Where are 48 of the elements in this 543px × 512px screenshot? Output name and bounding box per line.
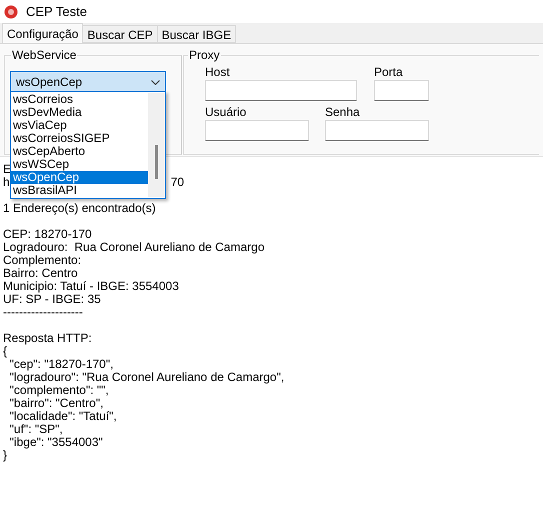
field-label: Host <box>205 65 231 79</box>
app-icon <box>4 4 18 18</box>
memo-line: -------------------- <box>3 305 83 319</box>
dropdown-option[interactable]: wsOpenCep <box>11 171 148 184</box>
window-title: CEP Teste <box>26 2 87 21</box>
dropdown-option[interactable]: wsBrasilAPI <box>11 184 148 197</box>
dropdown-option[interactable]: wsWSCep <box>11 158 148 171</box>
scrollbar-thumb[interactable] <box>155 145 158 179</box>
password-field[interactable] <box>325 120 429 141</box>
memo-line: 70 <box>170 176 184 189</box>
dropdown-option[interactable]: wsCepAberto <box>11 145 148 158</box>
memo-line: } <box>3 448 8 462</box>
field-label: Usuário <box>205 105 248 119</box>
user-field[interactable] <box>205 120 309 141</box>
memo-line: Bairro: Centro <box>3 266 78 280</box>
group-title: WebService <box>11 48 78 62</box>
chevron-down-icon <box>151 80 160 84</box>
tab[interactable]: Configuração <box>2 23 84 43</box>
memo-line: "logradouro": "Rua Coronel Aureliano de Camargo", <box>8 370 284 384</box>
combo-box[interactable]: wsOpenCep <box>10 71 166 93</box>
dropdown-option[interactable]: wsCorreios <box>11 93 148 106</box>
memo-line: Complemento: <box>3 253 82 267</box>
memo-line: UF: SP - IBGE: 35 <box>3 292 101 306</box>
tab[interactable]: Buscar CEP <box>83 25 158 43</box>
dropdown-option[interactable]: wsDevMedia <box>11 106 148 119</box>
memo-line: E <box>3 163 12 176</box>
tab[interactable]: Buscar IBGE <box>158 25 236 43</box>
memo-line: "uf": "SP", <box>8 422 63 436</box>
memo-line: CEP: 18270-170 <box>3 227 92 241</box>
memo-line: "localidade": "Tatuí", <box>8 409 117 423</box>
dropdown-option[interactable]: wsViaCep <box>11 119 148 132</box>
memo-line: { <box>3 344 8 358</box>
field-label: Porta <box>374 65 404 79</box>
port-field[interactable] <box>374 80 429 101</box>
field-label: Senha <box>325 105 361 119</box>
group-title: Proxy <box>188 48 221 62</box>
memo-line: "bairro": "Centro", <box>8 396 104 410</box>
memo-line: Logradouro: Rua Coronel Aureliano de Camargo <box>3 240 264 254</box>
memo-line: "ibge": "3554003" <box>8 435 103 449</box>
scrollbar[interactable] <box>148 93 165 197</box>
memo-line: Municipio: Tatuí - IBGE: 3554003 <box>3 279 179 293</box>
host-field[interactable] <box>205 80 357 101</box>
dropdown-option[interactable]: wsCorreiosSIGEP <box>11 132 148 145</box>
memo-line: "cep": "18270-170", <box>8 357 114 371</box>
memo-line: 1 Endereço(s) encontrado(s) <box>3 201 156 215</box>
memo-line: h <box>3 176 10 189</box>
memo-line: "complemento": "", <box>8 383 109 397</box>
memo-line: Resposta HTTP: <box>3 331 92 345</box>
